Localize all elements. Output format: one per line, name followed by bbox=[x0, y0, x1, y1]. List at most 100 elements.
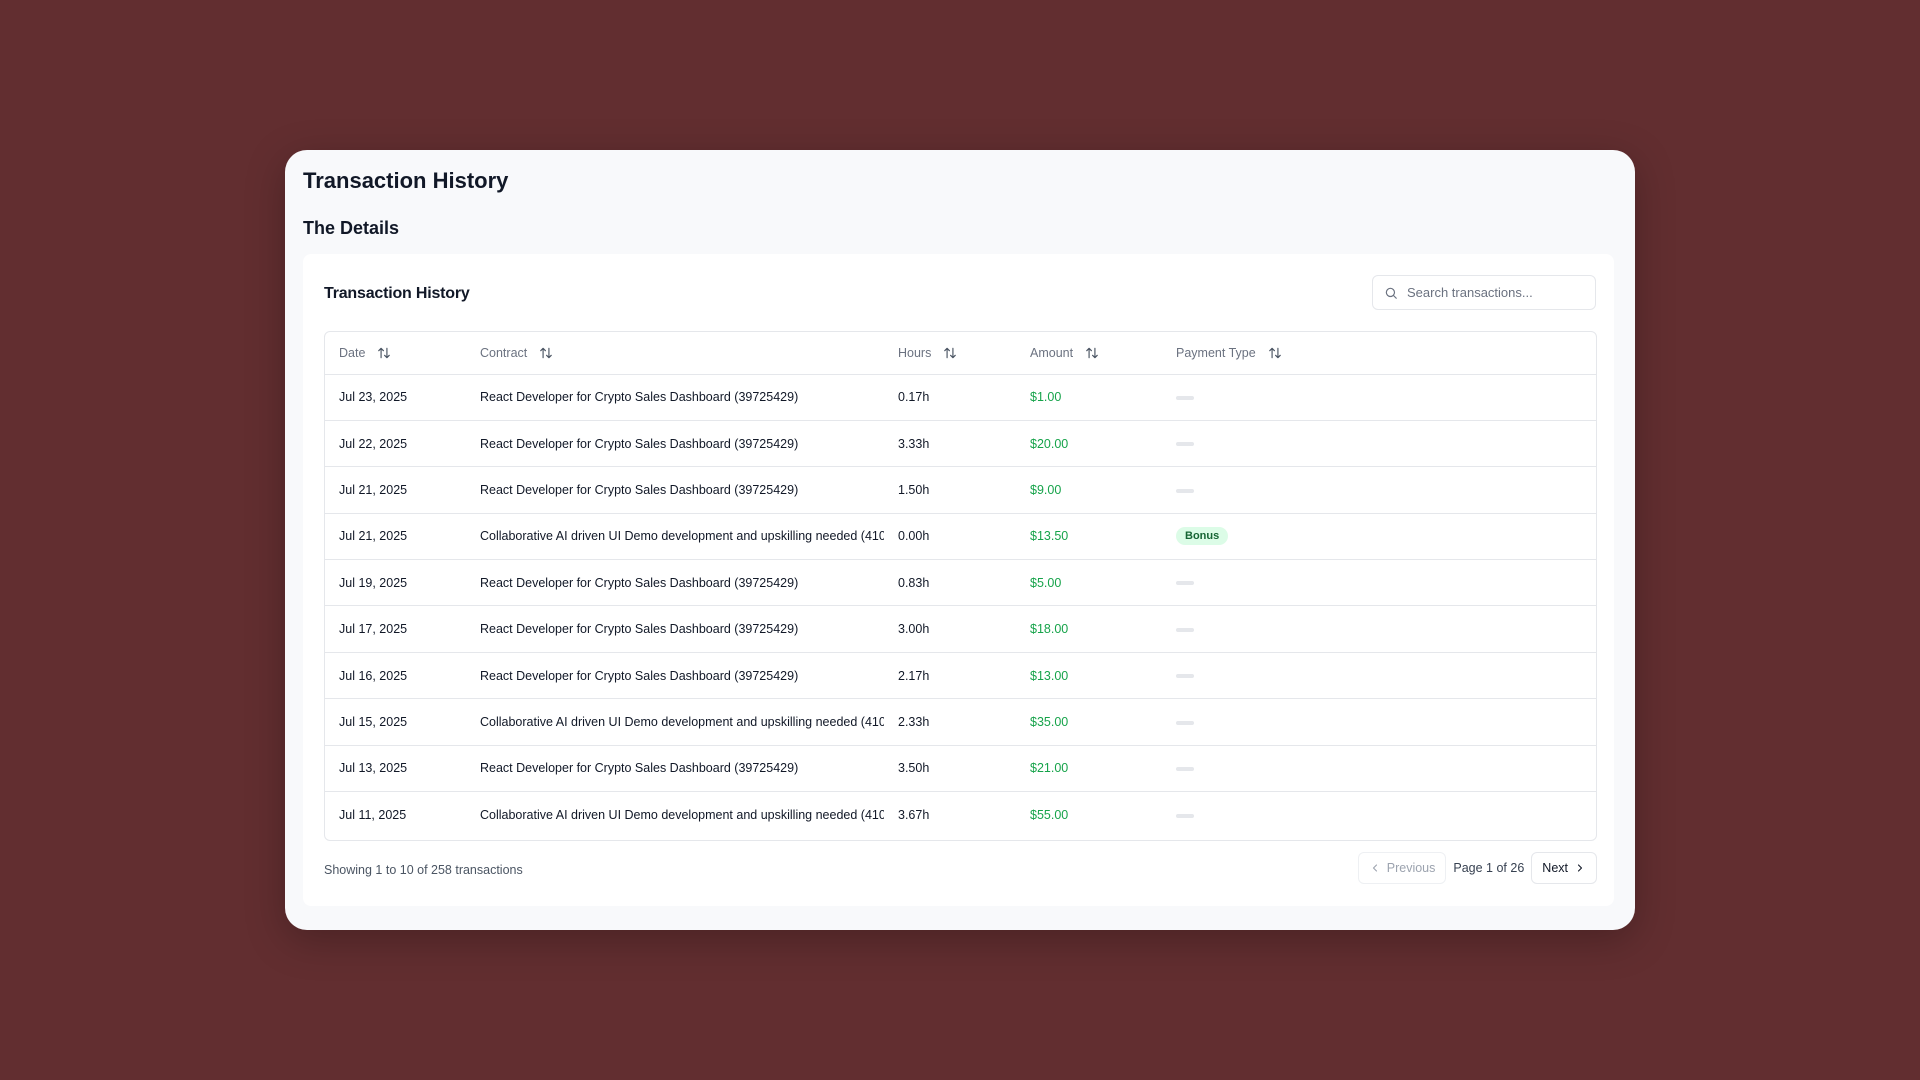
sort-arrows-icon[interactable] bbox=[1268, 346, 1282, 360]
search-input[interactable] bbox=[1407, 285, 1587, 300]
cell-hours: 3.67h bbox=[898, 807, 930, 822]
cell-hours: 2.17h bbox=[884, 652, 1016, 700]
cell-amount: $20.00 bbox=[1016, 420, 1162, 468]
cell-hours: 3.00h bbox=[884, 605, 1016, 653]
cell-payment-type bbox=[1162, 745, 1596, 793]
cell-contract: React Developer for Crypto Sales Dashboa… bbox=[466, 745, 884, 793]
cell-hours: 1.50h bbox=[884, 466, 1016, 514]
empty-placeholder bbox=[1176, 813, 1194, 818]
cell-payment-type bbox=[1162, 698, 1596, 746]
column-header-label: Payment Type bbox=[1176, 345, 1256, 360]
sort-arrows-icon[interactable] bbox=[1085, 346, 1099, 360]
cell-contract: React Developer for Crypto Sales Dashboa… bbox=[466, 652, 884, 700]
empty-placeholder bbox=[1176, 395, 1194, 400]
pagination-summary: Showing 1 to 10 of 258 transactions bbox=[324, 863, 523, 877]
table-row[interactable]: Jul 21, 2025 Collaborative AI driven UI … bbox=[325, 513, 1596, 561]
cell-date: Jul 15, 2025 bbox=[325, 698, 466, 746]
column-header-label: Contract bbox=[480, 345, 528, 360]
column-header-amount[interactable]: Amount bbox=[1016, 332, 1162, 375]
cell-hours: 3.50h bbox=[884, 745, 1016, 793]
table-row[interactable]: Jul 16, 2025 React Developer for Crypto … bbox=[325, 652, 1596, 700]
pagination: Previous Page 1 of 26 Next bbox=[1357, 852, 1597, 884]
cell-amount: $13.50 bbox=[1016, 513, 1162, 561]
previous-label: Previous bbox=[1386, 861, 1436, 875]
sort-arrows-icon[interactable] bbox=[539, 346, 553, 360]
sort-arrows-icon[interactable] bbox=[377, 346, 391, 360]
cell-date: Jul 13, 2025 bbox=[325, 745, 466, 793]
cell-hours: 0.83h bbox=[884, 559, 1016, 607]
cell-amount: $9.00 bbox=[1016, 466, 1162, 514]
search-box[interactable] bbox=[1372, 275, 1596, 310]
cell-date: Jul 16, 2025 bbox=[325, 652, 466, 700]
cell-date: Jul 17, 2025 bbox=[325, 605, 466, 653]
column-header-label: Date bbox=[339, 345, 366, 360]
cell-hours: 0.17h bbox=[884, 374, 1016, 421]
cell-date: Jul 21, 2025 bbox=[325, 513, 466, 561]
cell-amount: $1.00 bbox=[1016, 374, 1162, 421]
next-label: Next bbox=[1542, 861, 1568, 875]
page-info: Page 1 of 26 bbox=[1453, 861, 1525, 875]
cell-payment-type: Bonus bbox=[1162, 513, 1596, 561]
table-row[interactable]: Jul 11, 2025 Collaborative AI driven UI … bbox=[325, 792, 1596, 838]
search-icon bbox=[1384, 286, 1398, 300]
next-button[interactable]: Next bbox=[1531, 852, 1597, 884]
cell-payment-type bbox=[1162, 792, 1596, 838]
transactions-card: Transaction History Date Contract Hours … bbox=[303, 254, 1614, 906]
empty-placeholder bbox=[1176, 767, 1194, 772]
table-row[interactable]: Jul 22, 2025 React Developer for Crypto … bbox=[325, 420, 1596, 468]
card-title: Transaction History bbox=[324, 285, 470, 302]
cell-payment-type bbox=[1162, 420, 1596, 468]
bonus-badge: Bonus bbox=[1176, 527, 1229, 546]
table-row[interactable]: Jul 21, 2025 React Developer for Crypto … bbox=[325, 466, 1596, 514]
cell-contract: React Developer for Crypto Sales Dashboa… bbox=[466, 466, 884, 514]
cell-contract: Collaborative AI driven UI Demo developm… bbox=[480, 807, 884, 822]
section-title: The Details bbox=[303, 218, 400, 238]
table-row[interactable]: Jul 13, 2025 React Developer for Crypto … bbox=[325, 745, 1596, 793]
empty-placeholder bbox=[1176, 488, 1194, 493]
previous-button[interactable]: Previous bbox=[1357, 852, 1447, 884]
table-row[interactable]: Jul 15, 2025 Collaborative AI driven UI … bbox=[325, 698, 1596, 746]
table-row[interactable]: Jul 17, 2025 React Developer for Crypto … bbox=[325, 605, 1596, 653]
cell-amount: $55.00 bbox=[1030, 807, 1069, 822]
cell-date: Jul 23, 2025 bbox=[325, 374, 466, 421]
table-row[interactable]: Jul 19, 2025 React Developer for Crypto … bbox=[325, 559, 1596, 607]
cell-contract: Collaborative AI driven UI Demo developm… bbox=[466, 513, 884, 561]
cell-hours: 3.33h bbox=[884, 420, 1016, 468]
chevron-left-icon bbox=[1369, 862, 1387, 874]
cell-payment-type bbox=[1162, 652, 1596, 700]
table-header-row: Date Contract Hours Amount Payment Type bbox=[325, 332, 1596, 375]
empty-placeholder bbox=[1176, 674, 1194, 679]
cell-contract: React Developer for Crypto Sales Dashboa… bbox=[466, 605, 884, 653]
cell-date: Jul 11, 2025 bbox=[339, 807, 407, 822]
empty-placeholder bbox=[1176, 442, 1194, 447]
cell-payment-type bbox=[1162, 374, 1596, 421]
cell-payment-type bbox=[1162, 605, 1596, 653]
column-header-label: Hours bbox=[898, 345, 932, 360]
page-title: Transaction History bbox=[303, 168, 509, 193]
column-header-hours[interactable]: Hours bbox=[884, 332, 1016, 375]
column-header-date[interactable]: Date bbox=[325, 332, 466, 375]
cell-date: Jul 19, 2025 bbox=[325, 559, 466, 607]
cell-hours: 2.33h bbox=[884, 698, 1016, 746]
table-row[interactable]: Jul 23, 2025 React Developer for Crypto … bbox=[325, 374, 1596, 421]
cell-amount: $21.00 bbox=[1016, 745, 1162, 793]
cell-contract: React Developer for Crypto Sales Dashboa… bbox=[466, 374, 884, 421]
cell-payment-type bbox=[1162, 559, 1596, 607]
empty-placeholder bbox=[1176, 581, 1194, 586]
cell-date: Jul 21, 2025 bbox=[325, 466, 466, 514]
transactions-table: Date Contract Hours Amount Payment Type … bbox=[324, 331, 1597, 841]
cell-hours: 0.00h bbox=[884, 513, 1016, 561]
cell-contract: React Developer for Crypto Sales Dashboa… bbox=[466, 420, 884, 468]
cell-payment-type bbox=[1162, 466, 1596, 514]
column-header-label: Amount bbox=[1030, 345, 1074, 360]
sort-arrows-icon[interactable] bbox=[943, 346, 957, 360]
cell-amount: $5.00 bbox=[1016, 559, 1162, 607]
transaction-window: Transaction History The Details Transact… bbox=[285, 150, 1635, 930]
cell-amount: $35.00 bbox=[1016, 698, 1162, 746]
column-header-payment-type[interactable]: Payment Type bbox=[1162, 332, 1596, 375]
empty-placeholder bbox=[1176, 720, 1194, 725]
cell-amount: $18.00 bbox=[1016, 605, 1162, 653]
column-header-contract[interactable]: Contract bbox=[466, 332, 884, 375]
cell-amount: $13.00 bbox=[1016, 652, 1162, 700]
empty-placeholder bbox=[1176, 627, 1194, 632]
